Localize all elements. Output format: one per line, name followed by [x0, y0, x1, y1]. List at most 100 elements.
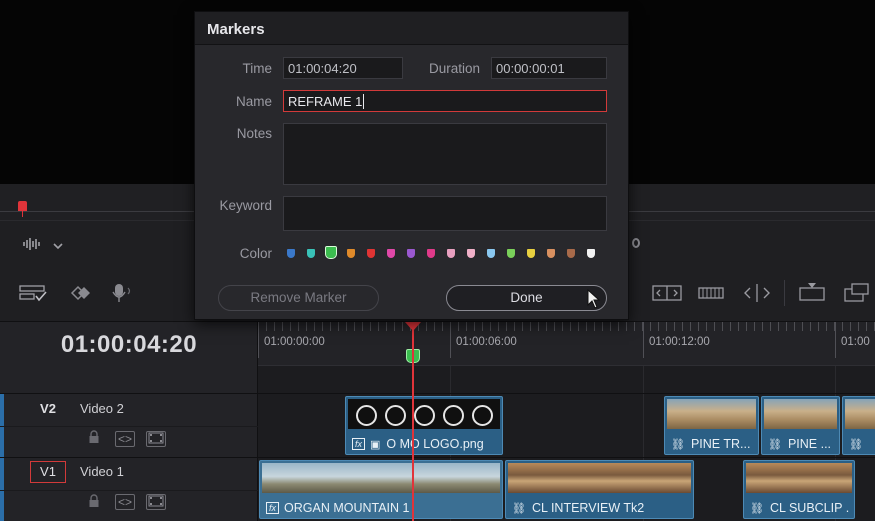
lock-icon[interactable]: [84, 494, 104, 510]
time-field[interactable]: 01:00:04:20: [283, 57, 403, 79]
ruler-label: 01:00:12:00: [649, 336, 710, 348]
color-swatch[interactable]: [547, 249, 555, 258]
track-separator: [0, 426, 258, 427]
track-name-v2[interactable]: Video 2: [80, 401, 124, 416]
notes-field[interactable]: [283, 123, 607, 185]
ruler-major-tick: [450, 322, 451, 358]
track-selector-icon[interactable]: [19, 283, 51, 308]
link-icon: ⛓: [671, 439, 685, 451]
color-swatch[interactable]: [527, 249, 535, 258]
timeline-clip[interactable]: ⛓ PINE TR...: [664, 396, 759, 455]
notes-label: Notes: [236, 126, 272, 141]
ruler-major-tick: [835, 322, 836, 358]
auto-select-icon[interactable]: <>: [115, 494, 135, 510]
fx-badge: fx: [352, 438, 366, 450]
timeline-clip[interactable]: fx ORGAN MOUNTAIN 1: [259, 460, 503, 519]
insert-clip-icon[interactable]: [796, 282, 828, 309]
timeline-clip[interactable]: ⛓ PINE ...: [761, 396, 840, 455]
link-icon: ⛓: [768, 439, 782, 451]
clip-name: CL SUBCLIP ...: [769, 501, 850, 515]
clip-name: PINE TR...: [690, 437, 751, 451]
color-swatch[interactable]: [487, 249, 495, 258]
overwrite-clip-icon[interactable]: [844, 282, 870, 309]
track-id-v1[interactable]: V1: [30, 461, 66, 483]
remove-marker-button[interactable]: Remove Marker: [218, 285, 379, 311]
timeline-clip[interactable]: ⛓ CL INTERVIEW Tk2: [505, 460, 694, 519]
toolbar-divider: [784, 280, 785, 306]
logo-thumbnail: [472, 405, 493, 426]
dialog-title: Markers: [207, 21, 265, 38]
clip-name: O MO LOGO.png: [386, 437, 484, 451]
keyword-field[interactable]: [283, 196, 607, 231]
current-timecode[interactable]: 01:00:04:20: [0, 331, 258, 359]
film-icon[interactable]: [146, 431, 166, 447]
track-separator: [0, 490, 258, 491]
clip-label: fx ORGAN MOUNTAIN 1: [266, 501, 498, 515]
microphone-icon[interactable]: [110, 282, 136, 309]
waveform-icon[interactable]: [22, 236, 44, 257]
clip-name: CL INTERVIEW Tk2: [531, 501, 645, 515]
logo-thumbnail: [414, 405, 435, 426]
ruler-ticks: [258, 322, 875, 331]
keyword-label: Keyword: [219, 198, 272, 213]
ruler-label: 01:00:06:00: [456, 336, 517, 348]
image-icon: ▣: [370, 439, 381, 451]
name-field[interactable]: REFRAME 1: [283, 90, 607, 112]
trim-icon[interactable]: [742, 283, 772, 308]
track-separator: [0, 393, 875, 394]
ruler-major-tick: [258, 322, 259, 358]
logo-thumbnail: [443, 405, 464, 426]
link-icon: ⛓: [512, 503, 526, 515]
clip-thumbnail: [508, 463, 691, 493]
color-swatch[interactable]: [427, 249, 435, 258]
color-swatch[interactable]: [407, 249, 415, 258]
color-swatch[interactable]: [447, 249, 455, 258]
track-separator: [0, 457, 875, 458]
playhead-handle[interactable]: [405, 322, 421, 331]
keyframe-icon[interactable]: [64, 283, 94, 308]
clip-thumbnail: [845, 399, 875, 429]
color-swatch[interactable]: [325, 246, 337, 259]
lock-icon[interactable]: [84, 430, 104, 446]
color-swatch[interactable]: [367, 249, 375, 258]
audio-meter-icon[interactable]: [632, 238, 640, 248]
playhead[interactable]: [412, 326, 414, 521]
ruler-label: 01:00: [841, 336, 870, 348]
clip-thumbnail: [667, 399, 756, 429]
timeline-clip[interactable]: ⛓ CL SUBCLIP ...: [743, 460, 855, 519]
clip-label: ⛓ CL SUBCLIP ...: [750, 501, 850, 515]
clip-label: ⛓: [849, 437, 875, 451]
timeline-clip[interactable]: fx ▣ O MO LOGO.png: [345, 396, 503, 455]
mouse-cursor-icon: [587, 288, 601, 314]
ruler-major-tick: [643, 322, 644, 358]
logo-thumbnail: [385, 405, 406, 426]
clip-thumbnail: [348, 399, 500, 429]
color-label: Color: [239, 246, 272, 261]
time-label: Time: [242, 61, 273, 76]
color-swatch[interactable]: [387, 249, 395, 258]
timeline-clip[interactable]: ⛓: [842, 396, 875, 455]
color-swatch[interactable]: [507, 249, 515, 258]
color-swatch[interactable]: [587, 249, 595, 258]
blade-icon[interactable]: [698, 285, 724, 306]
clip-thumbnail: [262, 463, 500, 493]
color-swatch[interactable]: [307, 249, 315, 258]
color-swatch[interactable]: [287, 249, 295, 258]
color-swatch[interactable]: [467, 249, 475, 258]
done-button[interactable]: Done: [446, 285, 607, 311]
color-swatch[interactable]: [347, 249, 355, 258]
auto-select-icon[interactable]: <>: [115, 431, 135, 447]
duration-field[interactable]: 00:00:00:01: [491, 57, 607, 79]
clip-name: PINE ...: [787, 437, 832, 451]
track-name-v1[interactable]: Video 1: [80, 464, 124, 479]
film-icon[interactable]: [146, 494, 166, 510]
chevron-down-icon[interactable]: [52, 237, 64, 257]
color-swatch[interactable]: [567, 249, 575, 258]
ruler-label: 01:00:00:00: [264, 336, 325, 348]
link-icon: ⛓: [750, 503, 764, 515]
name-label: Name: [235, 94, 272, 109]
track-id-v2[interactable]: V2: [30, 399, 66, 421]
clip-label: ⛓ CL INTERVIEW Tk2: [512, 501, 689, 515]
split-clip-icon[interactable]: [652, 284, 682, 307]
duration-label: Duration: [428, 61, 480, 76]
